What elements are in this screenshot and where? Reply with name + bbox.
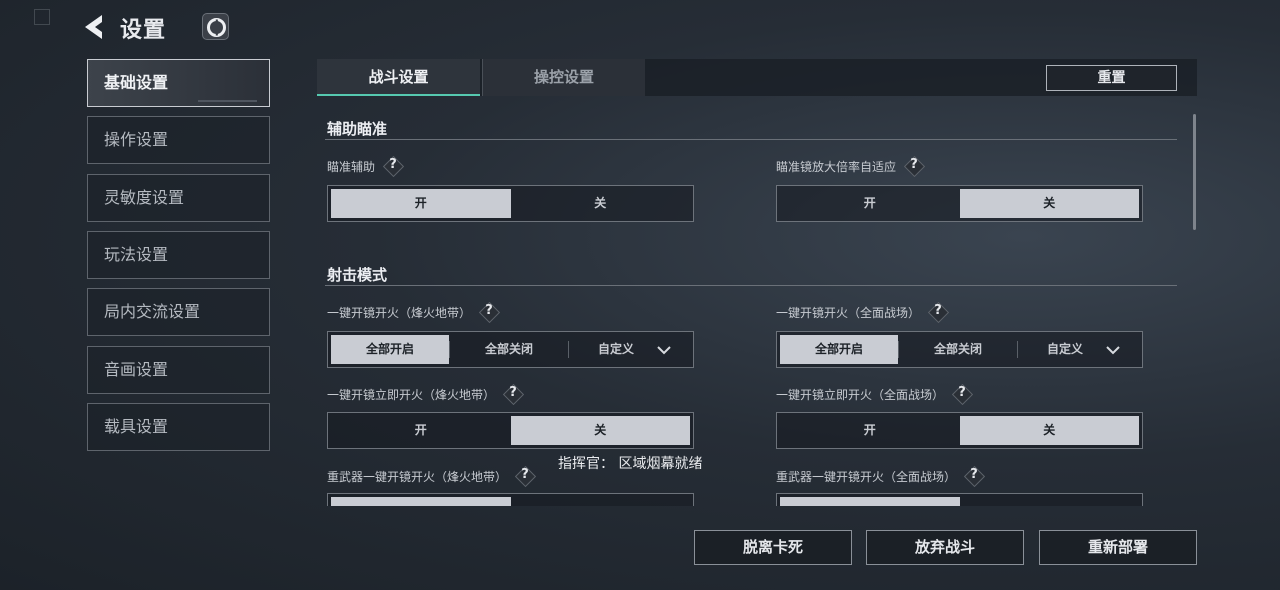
setting-label: 瞄准辅助	[327, 159, 376, 174]
back-arrow-icon[interactable]	[82, 12, 108, 42]
sidebar-item-label: 载具设置	[104, 417, 169, 436]
redeploy-button[interactable]: 重新部署	[1039, 530, 1197, 565]
help-icon[interactable]: ?	[515, 466, 535, 486]
setting-label: 重武器一键开镜开火（烽火地带）	[327, 469, 508, 484]
option-all-on[interactable]: 全部开启	[331, 335, 449, 364]
abandon-battle-button[interactable]: 放弃战斗	[866, 530, 1024, 565]
section-title-aim-assist: 辅助瞄准	[327, 120, 388, 138]
tab-combat-settings[interactable]: 战斗设置	[317, 59, 480, 96]
sidebar-item-vehicle[interactable]: 载具设置	[87, 403, 270, 451]
section-divider	[325, 139, 1177, 140]
option-off[interactable]: 关	[959, 189, 1139, 218]
option-all-off[interactable]: 全部关闭	[450, 335, 568, 364]
option-on[interactable]: 开	[780, 189, 960, 218]
help-icon[interactable]: ?	[479, 302, 499, 322]
option-on[interactable]	[780, 497, 960, 506]
scope-adapt-setting: 瞄准镜放大倍率自适应 ?	[776, 156, 924, 176]
reset-button[interactable]: 重置	[1046, 65, 1177, 91]
chevron-down-icon	[657, 346, 671, 355]
sidebar-item-label: 玩法设置	[104, 245, 169, 264]
tab-control-settings[interactable]: 操控设置	[482, 59, 645, 96]
aim-assist-toggle: 开 关	[327, 185, 694, 222]
setting-label: 一键开镜开火（全面战场）	[776, 305, 921, 320]
section-title-fire-mode: 射击模式	[327, 266, 388, 284]
option-off[interactable]: 关	[510, 416, 690, 445]
sidebar-item-communication[interactable]: 局内交流设置	[87, 288, 270, 336]
option-off[interactable]: 关	[511, 189, 691, 218]
option-custom-label: 自定义	[1046, 342, 1083, 356]
sidebar-item-sensitivity[interactable]: 灵敏度设置	[87, 174, 270, 222]
page-title: 设置	[120, 18, 167, 43]
heavy-fire-warzone-toggle	[327, 493, 694, 506]
help-icon[interactable]: ?	[952, 384, 972, 404]
setting-label: 一键开镜立即开火（全面战场）	[776, 387, 945, 402]
sidebar-item-label: 音画设置	[104, 360, 169, 379]
option-all-on[interactable]: 全部开启	[780, 335, 898, 364]
option-on[interactable]: 开	[780, 416, 960, 445]
corner-marker	[34, 9, 50, 25]
option-off[interactable]: 关	[959, 416, 1139, 445]
instant-fire-battlefield-toggle: 开 关	[776, 412, 1143, 449]
unstuck-button[interactable]: 脱离卡死	[694, 530, 852, 565]
option-custom[interactable]: 自定义	[1018, 335, 1126, 364]
option-custom[interactable]: 自定义	[569, 335, 677, 364]
sidebar-item-label: 基础设置	[104, 73, 169, 92]
scrollbar[interactable]	[1193, 114, 1196, 230]
commander-toast: 指挥官： 区域烟幕就绪	[558, 456, 703, 472]
sidebar-item-basic[interactable]: 基础设置	[87, 59, 270, 107]
aim-assist-setting: 瞄准辅助 ?	[327, 156, 403, 176]
help-icon[interactable]: ?	[503, 384, 523, 404]
instant-fire-battlefield-setting: 一键开镜立即开火（全面战场） ?	[776, 384, 972, 404]
scope-fire-warzone-setting: 一键开镜开火（烽火地带） ?	[327, 302, 499, 322]
scope-fire-warzone-selector: 全部开启 全部关闭 自定义	[327, 331, 694, 368]
scope-fire-battlefield-setting: 一键开镜开火（全面战场） ?	[776, 302, 948, 322]
setting-label: 一键开镜立即开火（烽火地带）	[327, 387, 496, 402]
option-custom-label: 自定义	[597, 342, 634, 356]
sidebar-item-label: 操作设置	[104, 130, 169, 149]
scope-fire-battlefield-selector: 全部开启 全部关闭 自定义	[776, 331, 1143, 368]
instant-fire-warzone-setting: 一键开镜立即开火（烽火地带） ?	[327, 384, 523, 404]
setting-label: 瞄准镜放大倍率自适应	[776, 159, 897, 174]
setting-label: 重武器一键开镜开火（全面战场）	[776, 469, 957, 484]
help-icon[interactable]: ?	[383, 156, 403, 176]
settings-content: 辅助瞄准 瞄准辅助 ? 开 关 瞄准镜放大倍率自适应 ? 开 关 射击模式 一键…	[317, 104, 1197, 506]
help-icon[interactable]: ?	[928, 302, 948, 322]
heavy-fire-warzone-setting: 重武器一键开镜开火（烽火地带） ?	[327, 466, 535, 486]
scope-adapt-toggle: 开 关	[776, 185, 1143, 222]
sidebar-item-audio-video[interactable]: 音画设置	[87, 346, 270, 394]
sidebar-item-controls[interactable]: 操作设置	[87, 116, 270, 164]
sidebar-item-label: 灵敏度设置	[104, 188, 185, 207]
heavy-fire-battlefield-setting: 重武器一键开镜开火（全面战场） ?	[776, 466, 984, 486]
game-logo-icon[interactable]	[202, 13, 229, 40]
option-all-off[interactable]: 全部关闭	[899, 335, 1017, 364]
heavy-fire-battlefield-toggle	[776, 493, 1143, 506]
chevron-down-icon	[1106, 346, 1120, 355]
help-icon[interactable]: ?	[904, 156, 924, 176]
option-on[interactable]: 开	[331, 416, 511, 445]
option-on[interactable]	[331, 497, 511, 506]
option-off[interactable]	[960, 497, 1140, 506]
setting-label: 一键开镜开火（烽火地带）	[327, 305, 472, 320]
instant-fire-warzone-toggle: 开 关	[327, 412, 694, 449]
section-divider	[325, 285, 1177, 286]
option-on[interactable]: 开	[331, 189, 511, 218]
option-off[interactable]	[511, 497, 691, 506]
sidebar-item-label: 局内交流设置	[104, 302, 201, 321]
help-icon[interactable]: ?	[964, 466, 984, 486]
sidebar-item-gameplay[interactable]: 玩法设置	[87, 231, 270, 279]
